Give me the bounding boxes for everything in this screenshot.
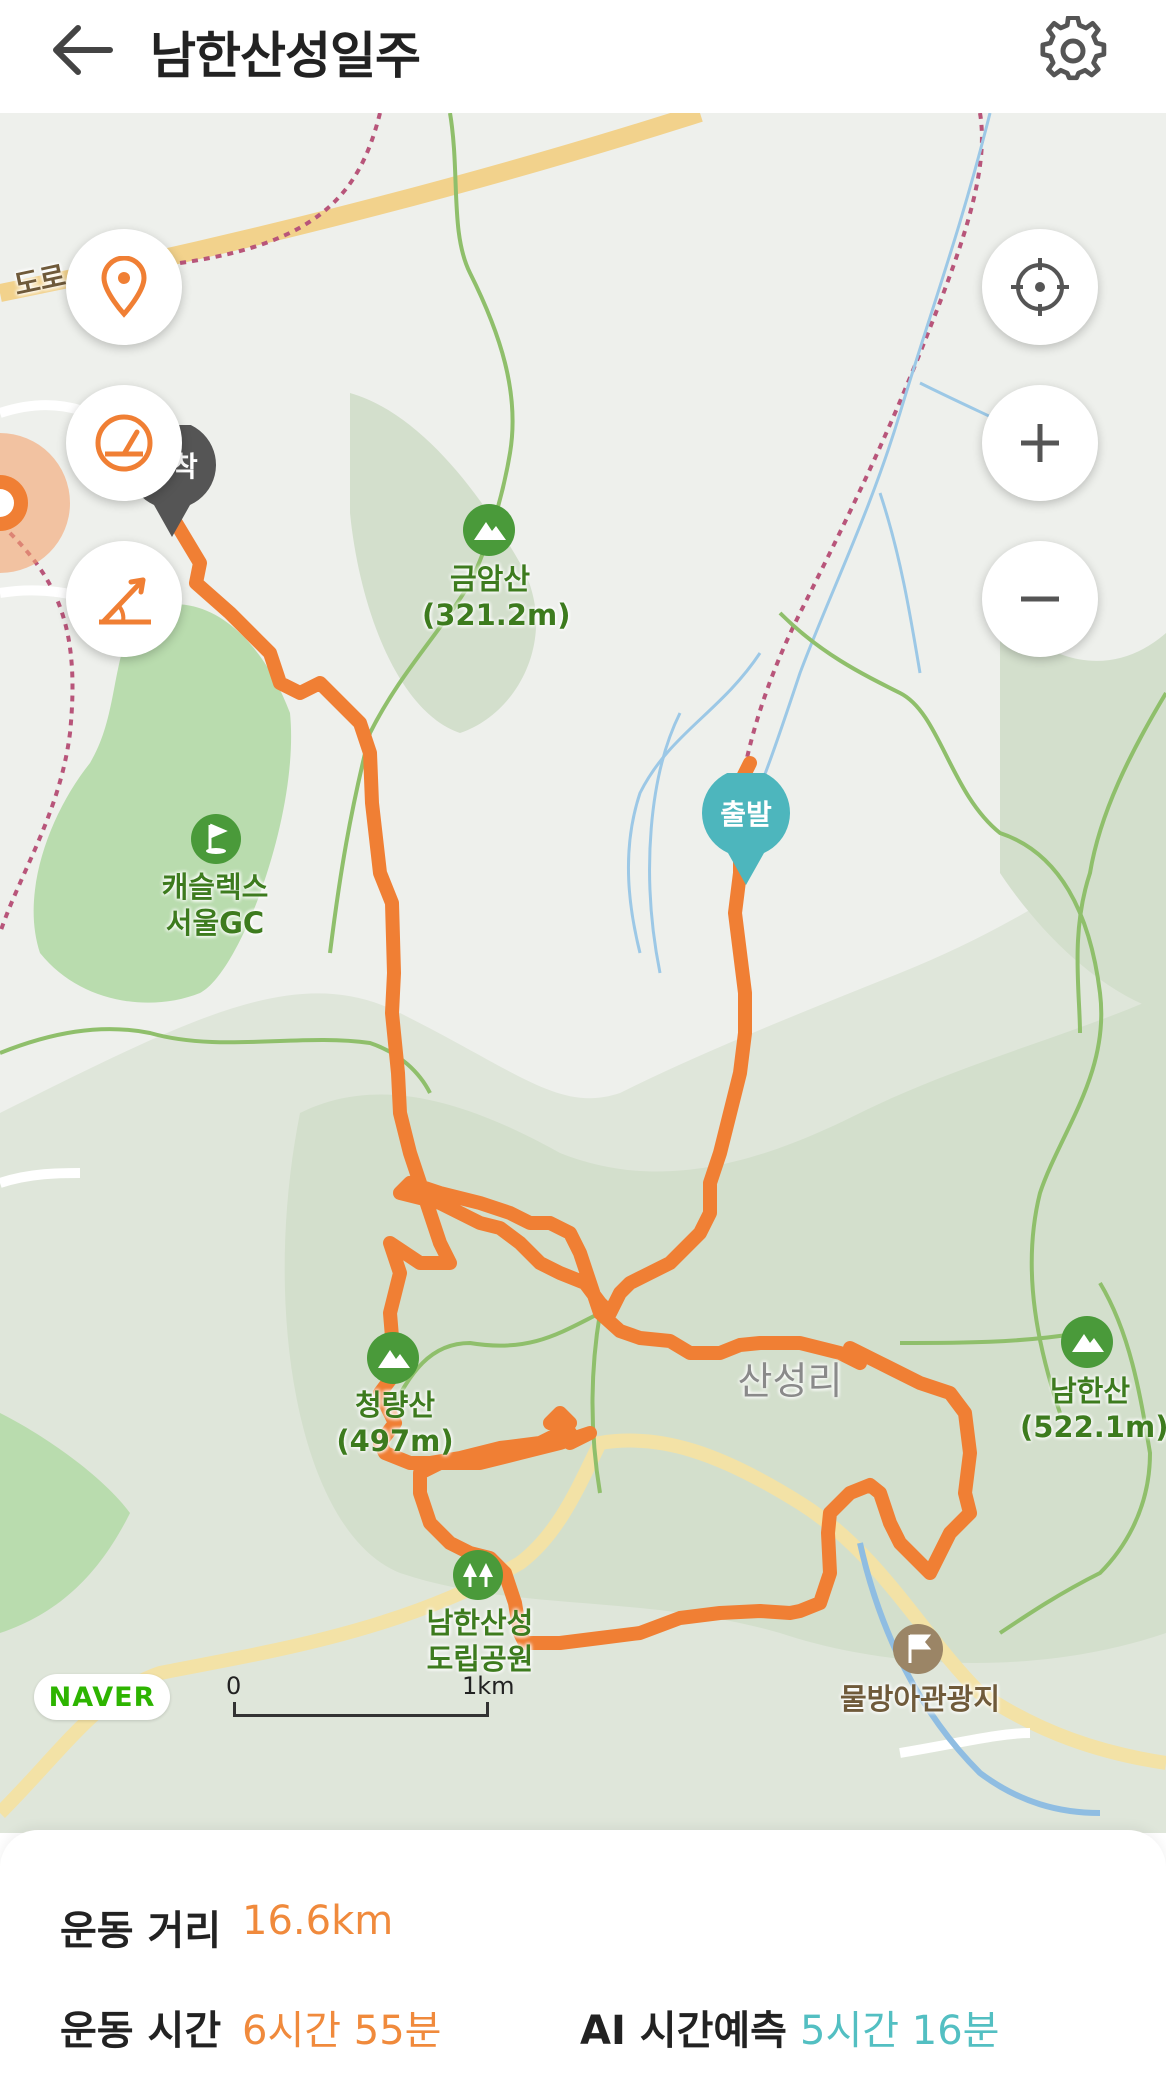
time-label: 운동 시간 — [60, 2008, 222, 2054]
crosshair-icon — [1011, 258, 1069, 316]
trail-map[interactable]: 금암산 (321.2m) 남한산 (522.1m) 청량산 (497m) 캐슬렉… — [0, 113, 1166, 1833]
mulbang-label: 물방아관광지 — [839, 1682, 1001, 1716]
namhansan-elev: (522.1m) — [1020, 1410, 1166, 1444]
geumamsan-elev: (321.2m) — [422, 598, 571, 632]
geumamsan-name: 금암산 — [449, 562, 531, 596]
settings-button[interactable] — [1040, 15, 1110, 86]
map-background — [0, 113, 1166, 1833]
cheongryangsan-name: 청량산 — [354, 1388, 436, 1422]
golf-label: 캐슬렉스 서울GC — [140, 869, 290, 941]
elevation-button[interactable] — [66, 541, 182, 657]
app-header: 남한산성일주 — [0, 0, 1166, 113]
golf-line2: 서울GC — [165, 906, 265, 940]
stats-sheet: 운동 거리 16.6km 운동 시간 6시간 55분 AI 시간예측 5시간 1… — [0, 1830, 1166, 2090]
mountain-icon — [1061, 1316, 1113, 1368]
flag-icon — [893, 1624, 943, 1674]
back-button[interactable] — [48, 20, 128, 80]
zoom-out-icon — [1021, 596, 1059, 602]
ai-prediction-value: 5시간 16분 — [800, 2008, 1000, 2054]
geumamsan-label: 금암산 (321.2m) — [422, 561, 571, 633]
distance-value: 16.6km — [242, 1898, 394, 1944]
ai-prediction-label: AI 시간예측 — [580, 2008, 787, 2054]
zoom-out-button[interactable] — [982, 541, 1098, 657]
elevation-icon — [99, 577, 151, 625]
gear-icon — [1040, 15, 1107, 81]
my-location-button[interactable] — [66, 229, 182, 345]
sanseongri-label: 산성리 — [737, 1359, 843, 1403]
start-pin-label: 출발 — [720, 798, 772, 831]
distance-label: 운동 거리 — [60, 1908, 222, 1954]
speedometer-icon — [95, 414, 153, 472]
mountain-icon — [463, 504, 515, 556]
arrow-left-icon — [53, 25, 113, 75]
scale-start-label: 0 — [226, 1672, 242, 1700]
namhansan-name: 남한산 — [1049, 1374, 1131, 1408]
cheongryangsan-label: 청량산 (497m) — [330, 1387, 460, 1459]
scale-end-label: 1km — [462, 1672, 515, 1700]
zoom-in-button[interactable] — [982, 385, 1098, 501]
mountain-icon — [367, 1332, 419, 1384]
golf-icon — [191, 814, 241, 864]
page-title: 남한산성일주 — [150, 27, 421, 85]
namhansan-label: 남한산 (522.1m) — [1020, 1373, 1166, 1445]
location-pin-icon — [101, 256, 147, 318]
time-value: 6시간 55분 — [242, 2008, 442, 2054]
speed-button[interactable] — [66, 385, 182, 501]
park-line1: 남한산성 — [426, 1606, 534, 1640]
park-label: 남한산성 도립공원 — [400, 1605, 560, 1677]
golf-line1: 캐슬렉스 — [161, 870, 269, 904]
scale-bar — [233, 1702, 489, 1717]
naver-logo: NAVER — [34, 1674, 170, 1720]
zoom-in-icon — [1021, 424, 1059, 462]
park-icon — [453, 1550, 503, 1600]
recenter-button[interactable] — [982, 229, 1098, 345]
cheongryangsan-elev: (497m) — [336, 1424, 454, 1458]
